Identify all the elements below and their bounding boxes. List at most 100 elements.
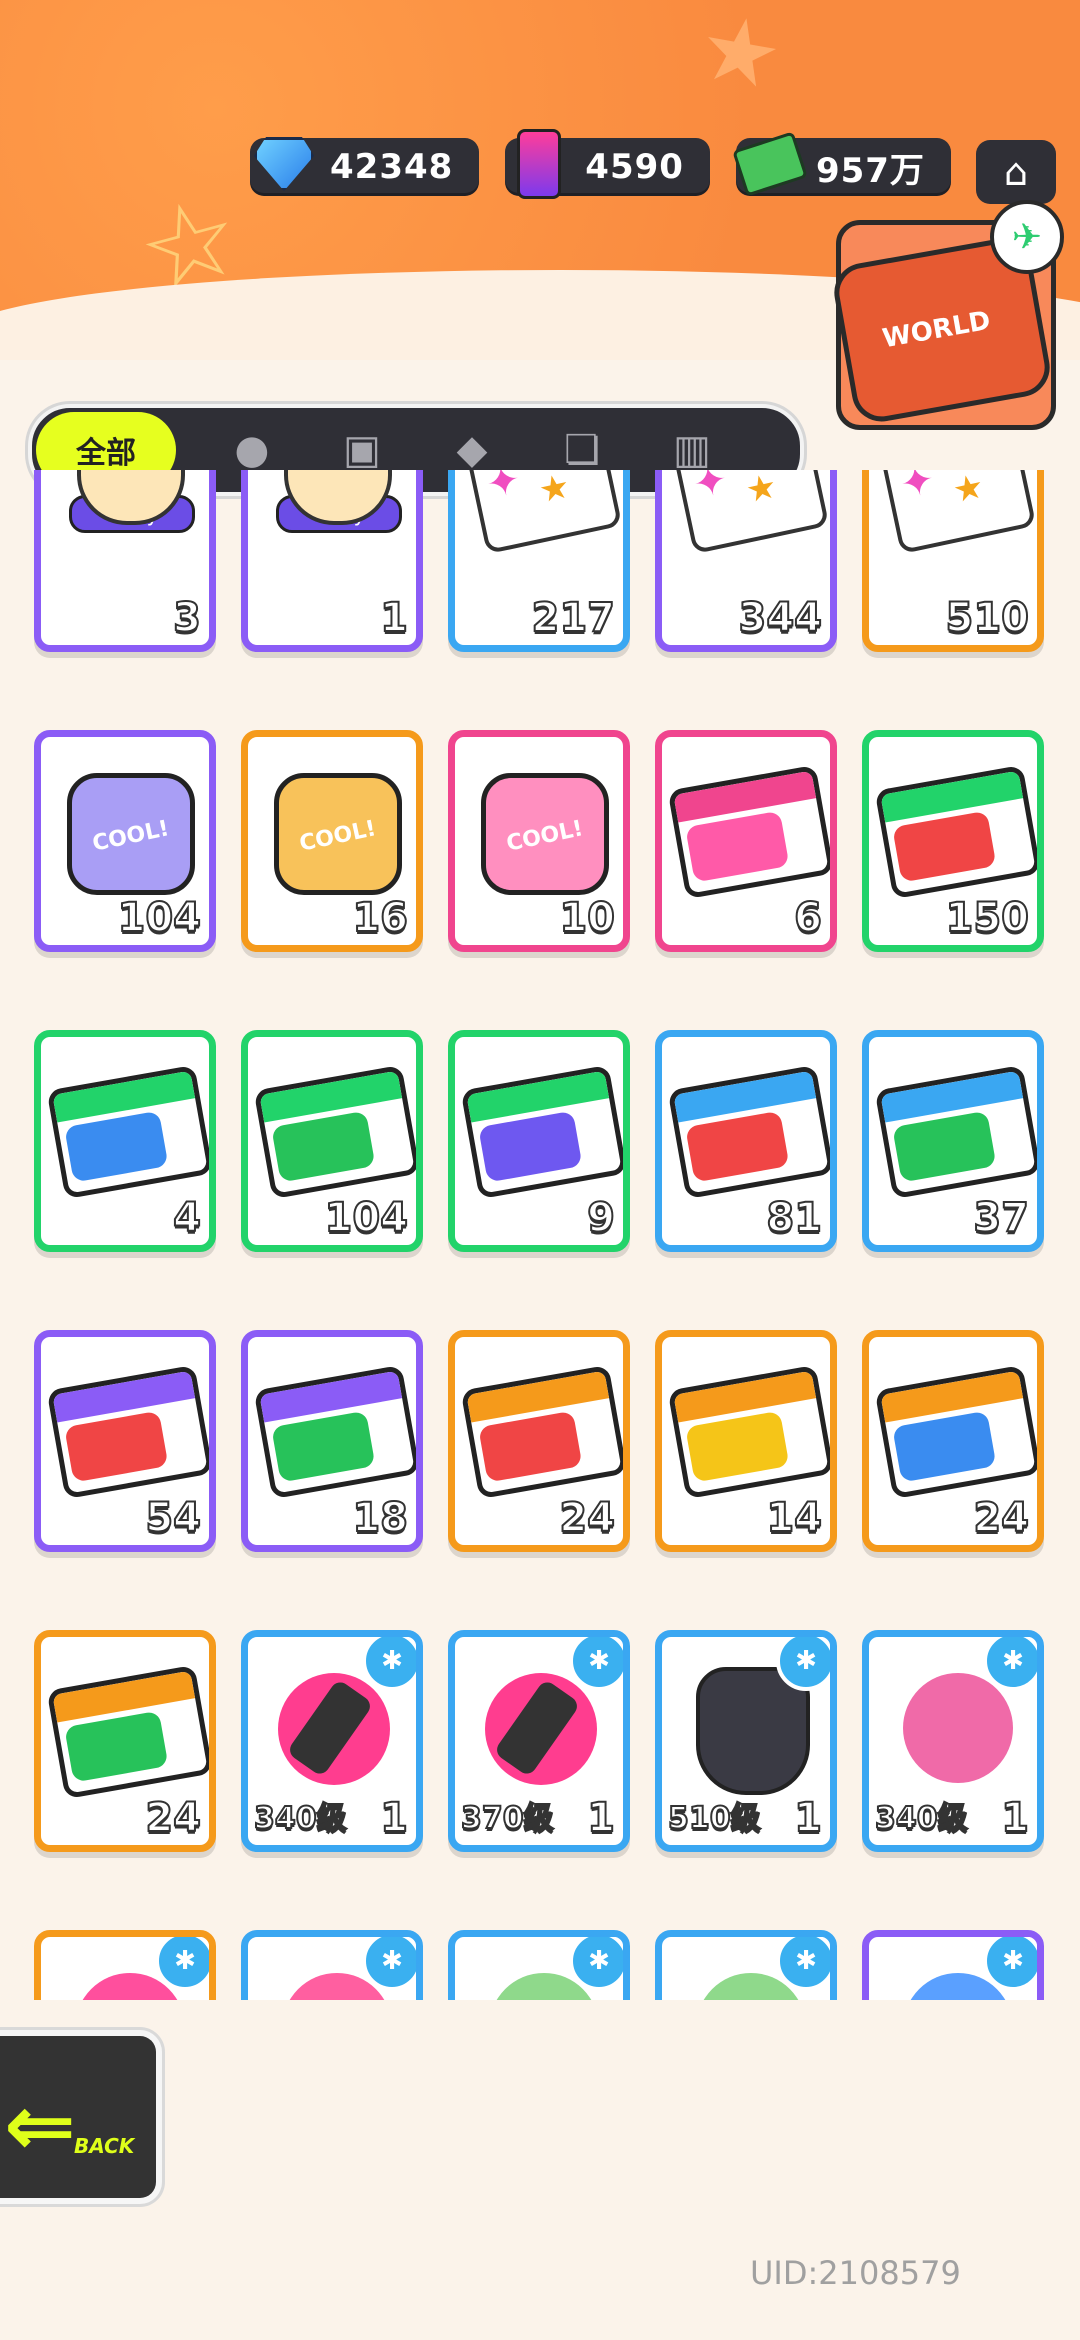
gift-backpack-icon bbox=[903, 1673, 1013, 1783]
can-label: COOL! bbox=[90, 816, 172, 857]
inventory-item[interactable]: 54 bbox=[34, 1330, 216, 1552]
item-count: 150 bbox=[945, 894, 1030, 942]
inventory-item[interactable]: ✱ 370级 1 bbox=[448, 1630, 630, 1852]
can-label: COOL! bbox=[297, 816, 379, 857]
item-count: 510 bbox=[945, 594, 1030, 642]
item-count: 344 bbox=[738, 594, 823, 642]
ticket-icon bbox=[253, 1064, 416, 1200]
item-level: 340级 bbox=[253, 1800, 348, 1837]
ticket-icon bbox=[460, 1364, 623, 1500]
gift-box-button[interactable]: ⌂ bbox=[976, 140, 1056, 204]
palm-tree-badge-icon: ✱ bbox=[776, 1937, 830, 1991]
inventory-item[interactable]: 150 bbox=[862, 730, 1044, 952]
item-count: 24 bbox=[144, 1794, 202, 1842]
world-button[interactable]: WORLD ✈ bbox=[822, 200, 1078, 450]
item-count: 104 bbox=[324, 1194, 409, 1242]
inventory-item[interactable]: 24 bbox=[448, 1330, 630, 1552]
inventory-item[interactable]: ✱ 510级 1 bbox=[655, 1630, 837, 1852]
palm-tree-badge-icon: ✱ bbox=[155, 1937, 209, 1991]
spray-value: 4590 bbox=[585, 147, 684, 187]
diamond-icon bbox=[244, 124, 324, 204]
inventory-item[interactable]: Deity3 bbox=[34, 470, 216, 652]
ticket-icon bbox=[667, 1064, 830, 1200]
ticket-icon bbox=[46, 1364, 209, 1500]
inventory-item[interactable]: ✱ 340级 1 bbox=[241, 1630, 423, 1852]
palm-tree-badge-icon: ✱ bbox=[983, 1937, 1037, 1991]
back-button[interactable]: ⇐ BACK bbox=[0, 2030, 162, 2204]
item-count: 6 bbox=[793, 894, 823, 942]
item-count: 18 bbox=[351, 1494, 409, 1542]
item-count: 81 bbox=[765, 1194, 823, 1242]
can-label: COOL! bbox=[504, 816, 586, 857]
inventory-item[interactable]: ✦ ★ 510 bbox=[862, 470, 1044, 652]
back-label: BACK bbox=[74, 2134, 135, 2158]
item-count: 217 bbox=[531, 594, 616, 642]
photo-card-icon: ❏ bbox=[564, 427, 600, 473]
item-count: 14 bbox=[765, 1494, 823, 1542]
sticker-pack-icon: ✦ ★ bbox=[879, 470, 1037, 555]
inventory-item[interactable]: ✱ bbox=[655, 1930, 837, 2000]
item-count: 1 bbox=[586, 1794, 616, 1842]
inventory-item[interactable]: 24 bbox=[862, 1330, 1044, 1552]
inventory-item[interactable]: 18 bbox=[241, 1330, 423, 1552]
inventory-grid: Deity3Deity1✦★217✦★344✦★510COOL!104COOL!… bbox=[34, 470, 1054, 2000]
inventory-item[interactable]: Deity1 bbox=[241, 470, 423, 652]
tab-all-label: 全部 bbox=[76, 436, 136, 471]
item-count: 1 bbox=[379, 594, 409, 642]
item-count: 37 bbox=[972, 1194, 1030, 1242]
spray-gun-icon: ◆ bbox=[456, 427, 488, 473]
item-count: 104 bbox=[117, 894, 202, 942]
inventory-item[interactable]: COOL! 10 bbox=[448, 730, 630, 952]
inventory-item[interactable]: 4 bbox=[34, 1030, 216, 1252]
item-count: 1 bbox=[793, 1794, 823, 1842]
inventory-item[interactable]: COOL! 104 bbox=[34, 730, 216, 952]
item-count: 1 bbox=[1000, 1794, 1030, 1842]
item-count: 3 bbox=[172, 594, 202, 642]
palm-tree-badge-icon: ✱ bbox=[569, 1637, 623, 1691]
can-icon: COOL! bbox=[67, 773, 195, 895]
inventory-item[interactable]: ✱ bbox=[862, 1930, 1044, 2000]
inventory-item[interactable]: 37 bbox=[862, 1030, 1044, 1252]
item-count: 54 bbox=[144, 1494, 202, 1542]
cash-counter[interactable]: 957万 bbox=[732, 131, 951, 197]
ticket-icon bbox=[46, 1064, 209, 1200]
palm-tree-badge-icon: ✱ bbox=[362, 1937, 416, 1991]
currency-bar: 42348 4590 957万 bbox=[250, 128, 951, 208]
spray-counter[interactable]: 4590 bbox=[505, 129, 710, 199]
book-icon: ▥ bbox=[673, 427, 711, 473]
ticket-icon bbox=[874, 1364, 1037, 1500]
ticket-icon bbox=[874, 764, 1037, 900]
sticker-pack-icon: ✦ ★ bbox=[465, 470, 623, 555]
inventory-item[interactable]: 9 bbox=[448, 1030, 630, 1252]
item-count: 9 bbox=[586, 1194, 616, 1242]
item-level: 370级 bbox=[460, 1800, 555, 1837]
inventory-item[interactable]: ✱ 340级 1 bbox=[862, 1630, 1044, 1852]
inventory-item[interactable]: ✱ bbox=[34, 1930, 216, 2000]
diamond-value: 42348 bbox=[330, 147, 454, 187]
palm-tree-badge-icon: ✱ bbox=[569, 1937, 623, 1991]
inventory-item[interactable]: ✱ bbox=[448, 1930, 630, 2000]
inventory-item[interactable]: COOL! 16 bbox=[241, 730, 423, 952]
money-icon bbox=[730, 124, 810, 204]
inventory-item[interactable]: 81 bbox=[655, 1030, 837, 1252]
inventory-item[interactable]: 24 bbox=[34, 1630, 216, 1852]
ticket-icon bbox=[667, 1364, 830, 1500]
palm-tree-badge-icon: ✱ bbox=[362, 1637, 416, 1691]
inventory-item[interactable]: ✦ ★ 344 bbox=[655, 470, 837, 652]
diamond-counter[interactable]: 42348 bbox=[250, 137, 480, 196]
star-decoration-icon: ★ bbox=[691, 0, 790, 112]
inventory-item[interactable]: ✱ bbox=[241, 1930, 423, 2000]
inventory-item[interactable]: 104 bbox=[241, 1030, 423, 1252]
ticket-icon bbox=[667, 764, 830, 900]
can-icon: COOL! bbox=[274, 773, 402, 895]
person-icon: ● bbox=[234, 427, 270, 473]
inventory-item[interactable]: 14 bbox=[655, 1330, 837, 1552]
ticket-icon bbox=[253, 1364, 416, 1500]
box-icon: ▣ bbox=[343, 427, 381, 473]
item-count: 4 bbox=[172, 1194, 202, 1242]
airplane-icon: ✈ bbox=[990, 200, 1064, 274]
gift-box-icon: ⌂ bbox=[1003, 150, 1029, 194]
inventory-item[interactable]: 6 bbox=[655, 730, 837, 952]
item-count: 24 bbox=[558, 1494, 616, 1542]
inventory-item[interactable]: ✦ ★ 217 bbox=[448, 470, 630, 652]
